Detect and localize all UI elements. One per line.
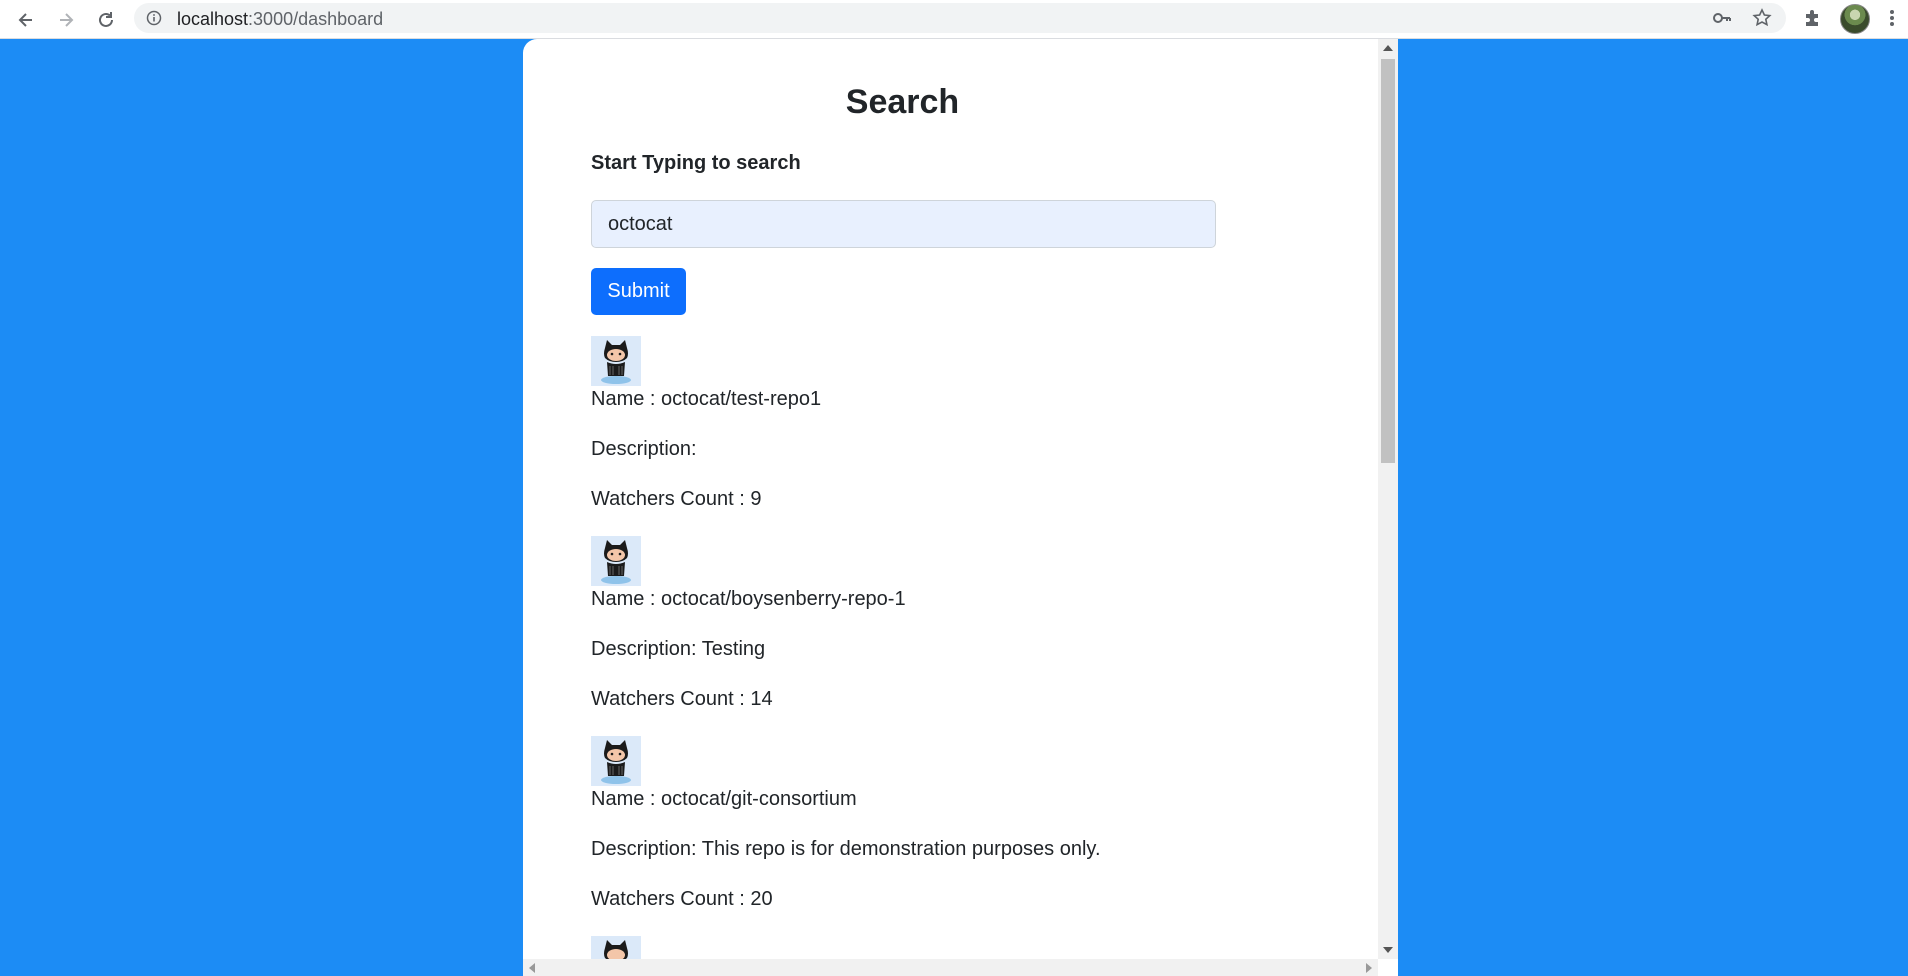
octocat-avatar-icon (591, 736, 641, 786)
scroll-down-arrow-icon[interactable] (1383, 947, 1393, 953)
reload-icon[interactable] (92, 6, 120, 34)
scrollbar-thumb[interactable] (1381, 59, 1395, 463)
address-bar[interactable]: localhost:3000/dashboard (134, 3, 1786, 33)
page-title: Search (845, 83, 960, 121)
scroll-left-arrow-icon[interactable] (529, 963, 535, 973)
search-card: Search Start Typing to search Submit Nam… (523, 39, 1398, 976)
search-input[interactable] (591, 200, 1216, 248)
url-text: localhost:3000/dashboard (177, 9, 384, 29)
repo-name: Name : octocat/boysenberry-repo-1 (591, 588, 906, 610)
forward-arrow-icon[interactable] (52, 6, 80, 34)
back-arrow-icon[interactable] (12, 6, 40, 34)
repo-name: Name : octocat/test-repo1 (591, 388, 822, 410)
key-icon[interactable] (1710, 6, 1734, 30)
repo-watchers: Watchers Count : 14 (591, 688, 773, 710)
info-icon[interactable] (146, 10, 162, 31)
repo-description: Description: This repo is for demonstrat… (591, 838, 1101, 860)
scroll-right-arrow-icon[interactable] (1366, 963, 1372, 973)
repo-name: Name : octocat/git-consortium (591, 788, 857, 810)
octocat-avatar-icon (591, 536, 641, 586)
browser-toolbar: localhost:3000/dashboard (0, 0, 1908, 39)
menu-dots-icon[interactable] (1880, 6, 1904, 30)
bookmark-star-icon[interactable] (1750, 6, 1774, 30)
octocat-avatar-icon (591, 336, 641, 386)
submit-button[interactable]: Submit (591, 268, 686, 315)
horizontal-scrollbar[interactable] (523, 959, 1378, 976)
repo-watchers: Watchers Count : 9 (591, 488, 762, 510)
scroll-up-arrow-icon[interactable] (1383, 45, 1393, 51)
repo-description: Description: (591, 438, 697, 460)
profile-avatar[interactable] (1840, 4, 1870, 34)
repo-watchers: Watchers Count : 20 (591, 888, 773, 910)
extensions-puzzle-icon[interactable] (1800, 6, 1824, 30)
repo-description: Description: Testing (591, 638, 766, 660)
vertical-scrollbar[interactable] (1378, 39, 1398, 959)
search-label: Start Typing to search (591, 152, 801, 174)
